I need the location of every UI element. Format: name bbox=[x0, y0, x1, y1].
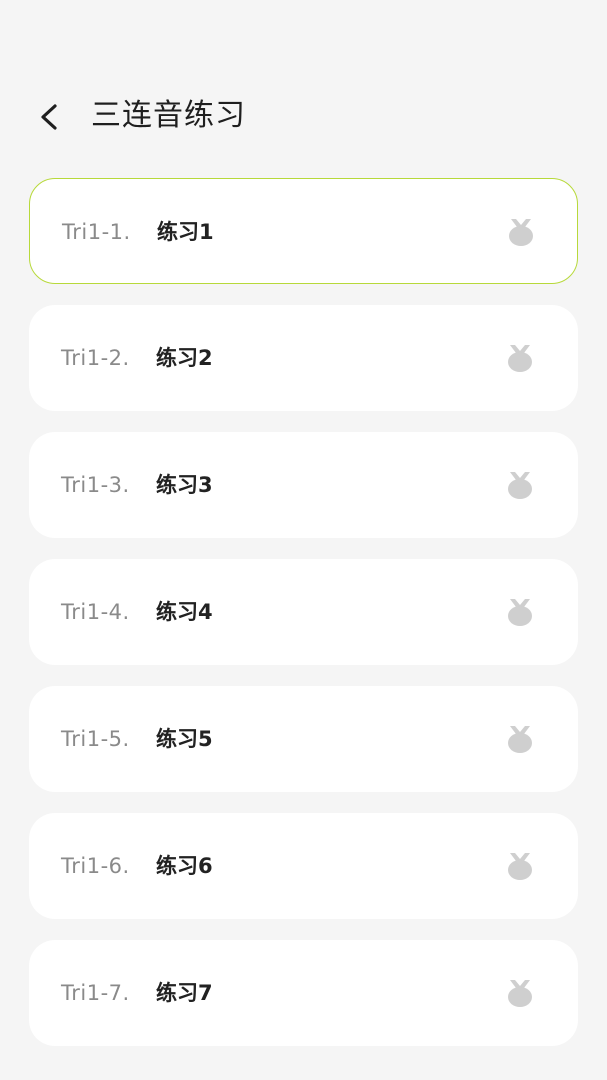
chevron-left-icon bbox=[41, 104, 57, 130]
page-title: 三连音练习 bbox=[91, 98, 246, 133]
exercise-code: Tri1-5. bbox=[61, 727, 130, 751]
exercise-item[interactable]: Tri1-1. 练习1 bbox=[29, 178, 578, 284]
exercise-name: 练习5 bbox=[156, 727, 213, 751]
exercise-name: 练习3 bbox=[156, 473, 213, 497]
exercise-item[interactable]: Tri1-5. 练习5 bbox=[29, 686, 578, 792]
medal-icon bbox=[508, 726, 532, 753]
exercise-list: Tri1-1. 练习1 Tri1-2. 练习2 Tri1-3. 练习3 Tri1… bbox=[29, 178, 578, 1067]
exercise-code: Tri1-6. bbox=[61, 854, 130, 878]
medal-icon bbox=[509, 219, 533, 246]
exercise-code: Tri1-4. bbox=[61, 600, 130, 624]
medal-icon bbox=[508, 980, 532, 1007]
exercise-item[interactable]: Tri1-3. 练习3 bbox=[29, 432, 578, 538]
medal-icon bbox=[508, 472, 532, 499]
exercise-code: Tri1-2. bbox=[61, 346, 130, 370]
exercise-name: 练习1 bbox=[157, 220, 214, 244]
exercise-code: Tri1-1. bbox=[62, 220, 131, 244]
exercise-code: Tri1-7. bbox=[61, 981, 130, 1005]
exercise-item[interactable]: Tri1-2. 练习2 bbox=[29, 305, 578, 411]
exercise-name: 练习2 bbox=[156, 346, 213, 370]
exercise-name: 练习4 bbox=[156, 600, 213, 624]
exercise-code: Tri1-3. bbox=[61, 473, 130, 497]
medal-icon bbox=[508, 853, 532, 880]
back-button[interactable] bbox=[30, 94, 74, 138]
exercise-item[interactable]: Tri1-7. 练习7 bbox=[29, 940, 578, 1046]
exercise-item[interactable]: Tri1-6. 练习6 bbox=[29, 813, 578, 919]
exercise-name: 练习6 bbox=[156, 854, 213, 878]
exercise-item[interactable]: Tri1-4. 练习4 bbox=[29, 559, 578, 665]
medal-icon bbox=[508, 599, 532, 626]
exercise-name: 练习7 bbox=[156, 981, 213, 1005]
medal-icon bbox=[508, 345, 532, 372]
header: 三连音练习 bbox=[0, 88, 607, 144]
